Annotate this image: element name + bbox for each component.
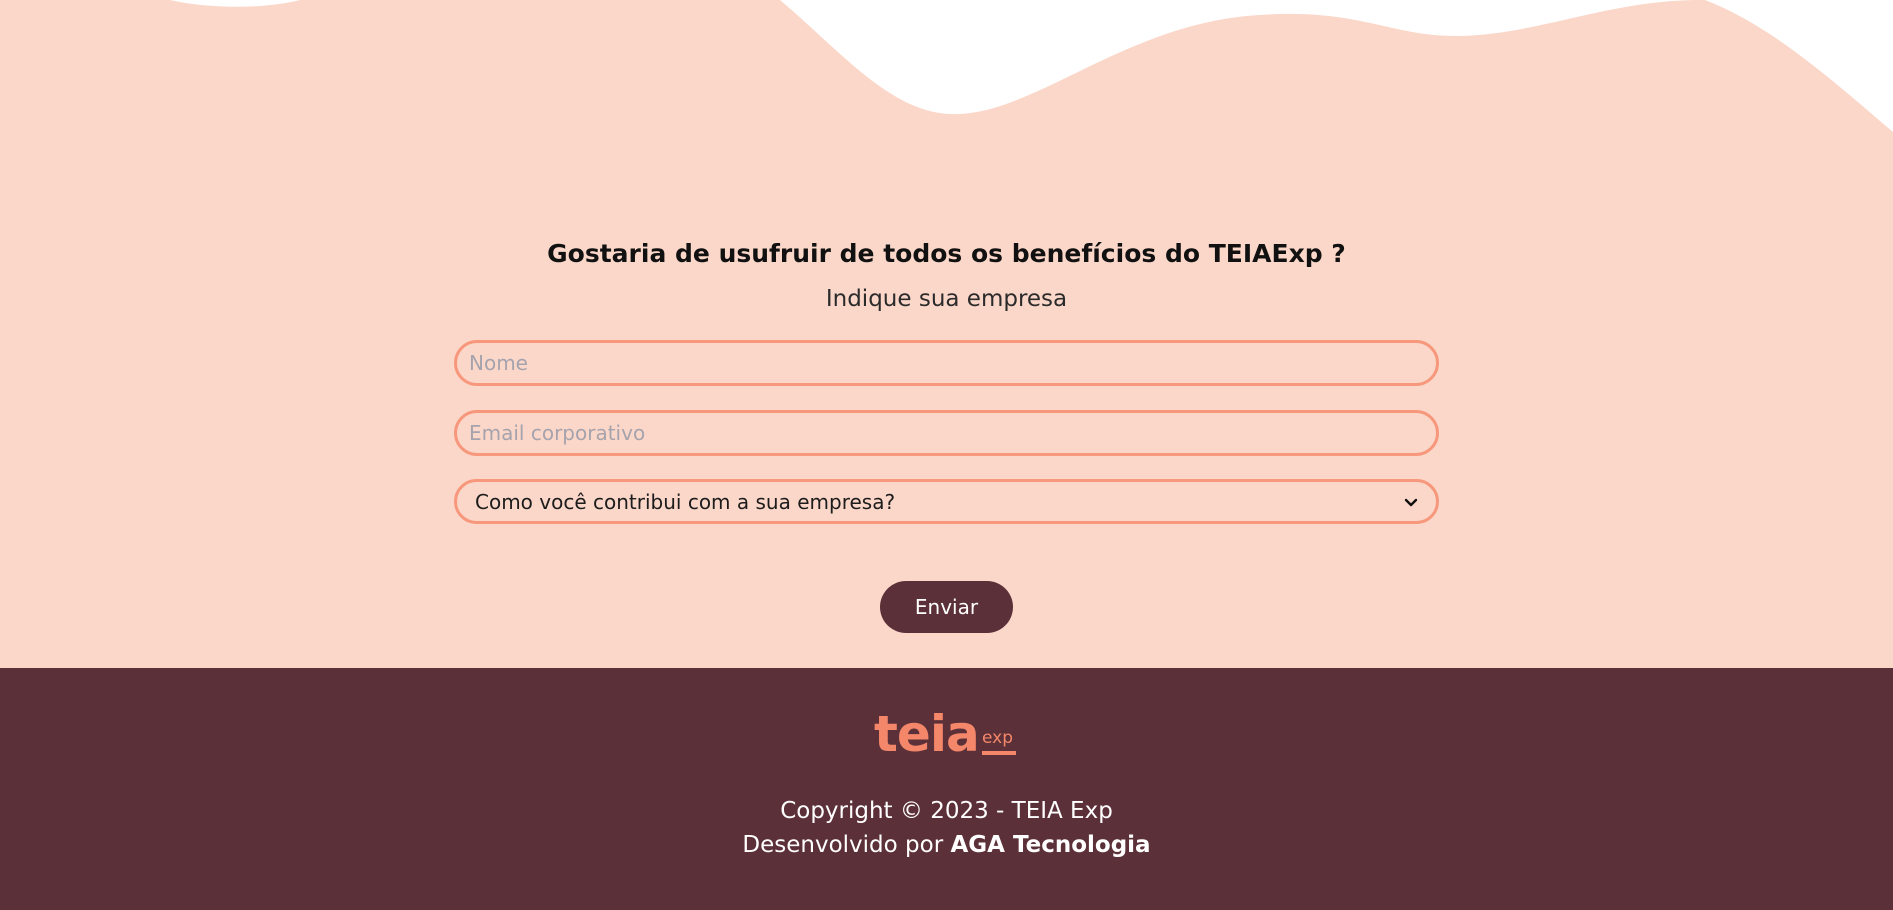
developer-prefix: Desenvolvido por [742, 832, 944, 858]
name-input[interactable] [454, 340, 1439, 386]
chevron-down-icon [1402, 493, 1420, 511]
contribution-select-value: Como você contribui com a sua empresa? [475, 489, 896, 514]
email-input[interactable] [454, 410, 1439, 456]
contribution-select[interactable]: Como você contribui com a sua empresa? [454, 479, 1439, 524]
page: Gostaria de usufruir de todos os benefíc… [0, 0, 1893, 910]
logo-text: teia [874, 705, 980, 763]
decorative-wave [170, 0, 1893, 132]
logo-subtext: exp [982, 728, 1014, 748]
teia-exp-logo: teia exp [874, 706, 1024, 762]
signup-section: Gostaria de usufruir de todos os benefíc… [0, 0, 1893, 668]
form-subtitle: Indique sua empresa [825, 286, 1068, 312]
footer: teia exp Copyright © 2023 - TEIA Exp Des… [0, 668, 1893, 910]
developer-credit: Desenvolvido por AGA Tecnologia [0, 832, 1893, 858]
developer-name: AGA Tecnologia [950, 832, 1151, 858]
copyright-text: Copyright © 2023 - TEIA Exp [780, 798, 1113, 824]
logo-underline [982, 751, 1016, 755]
form-title: Gostaria de usufruir de todos os benefíc… [547, 238, 1346, 268]
submit-button[interactable]: Enviar [880, 581, 1013, 633]
